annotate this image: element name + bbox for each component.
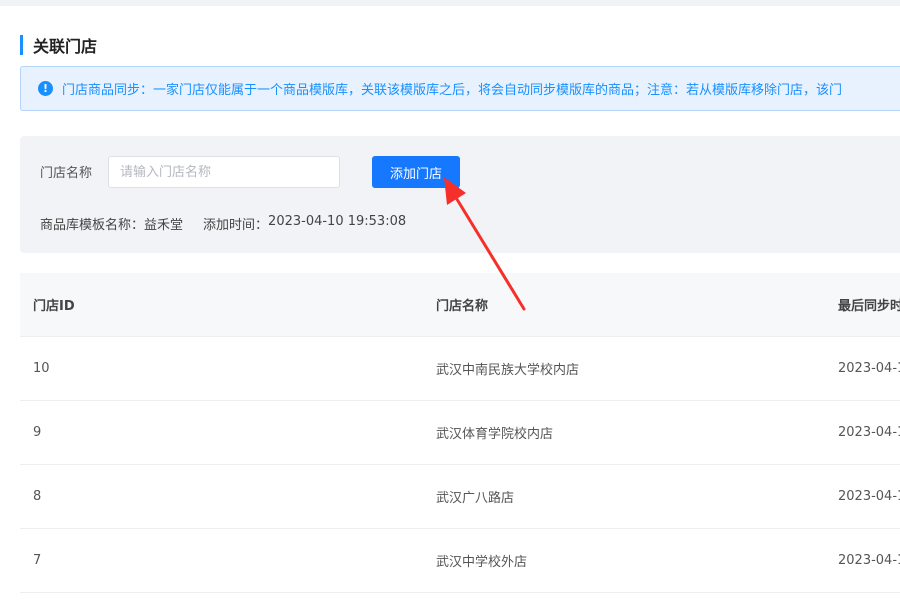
- template-label: 商品库模板名称：: [40, 218, 145, 233]
- page-title: 关联门店: [33, 37, 98, 56]
- column-header-store-name: 门店名称: [436, 299, 489, 314]
- stores-table: 门店ID 门店名称 最后同步时 10 武汉中南民族大学校内店 2023-04-1…: [20, 273, 900, 593]
- store-name-cell: 武汉中南民族大学校内店: [436, 363, 580, 378]
- table-row[interactable]: 7 武汉中学校外店 2023-04-10: [20, 529, 900, 593]
- table-row[interactable]: 9 武汉体育学院校内店 2023-04-10: [20, 401, 900, 465]
- last-sync-cell: 2023-04-10: [838, 425, 900, 440]
- store-name-input[interactable]: [108, 156, 340, 188]
- filter-panel: 门店名称 添加门店 商品库模板名称： 益禾堂 添加时间： 2023-04-10 …: [20, 136, 900, 253]
- added-time-value: 2023-04-10 19:53:08: [268, 214, 407, 229]
- last-sync-cell: 2023-04-10: [838, 553, 900, 568]
- last-sync-cell: 2023-04-10: [838, 489, 900, 504]
- store-id-cell: 7: [33, 553, 42, 568]
- exclamation-circle-icon: !: [38, 81, 53, 96]
- store-name-cell: 武汉广八路店: [436, 491, 515, 506]
- column-header-last-sync: 最后同步时: [838, 299, 900, 314]
- store-id-cell: 8: [33, 489, 42, 504]
- title-accent-bar: [20, 35, 23, 55]
- column-header-store-id: 门店ID: [33, 299, 75, 314]
- notice-text: 门店商品同步：一家门店仅能属于一个商品模版库，关联该模版库之后，将会自动同步模版…: [62, 83, 843, 98]
- table-row[interactable]: 10 武汉中南民族大学校内店 2023-04-10: [20, 337, 900, 401]
- add-store-button[interactable]: 添加门店: [372, 156, 460, 188]
- template-value: 益禾堂: [144, 218, 184, 233]
- sync-notice-alert: ! 门店商品同步：一家门店仅能属于一个商品模版库，关联该模版库之后，将会自动同步…: [20, 66, 900, 111]
- last-sync-cell: 2023-04-10: [838, 361, 900, 376]
- template-info: 商品库模板名称： 益禾堂 添加时间： 2023-04-10 19:53:08: [40, 214, 406, 233]
- store-name-label: 门店名称: [40, 166, 93, 181]
- store-id-cell: 10: [33, 361, 50, 376]
- store-name-cell: 武汉体育学院校内店: [436, 427, 554, 442]
- store-id-cell: 9: [33, 425, 42, 440]
- added-time-label: 添加时间：: [203, 218, 269, 233]
- section-header: 关联门店: [20, 34, 97, 56]
- table-row[interactable]: 8 武汉广八路店 2023-04-10: [20, 465, 900, 529]
- store-name-cell: 武汉中学校外店: [436, 555, 528, 570]
- table-header: 门店ID 门店名称 最后同步时: [20, 273, 900, 337]
